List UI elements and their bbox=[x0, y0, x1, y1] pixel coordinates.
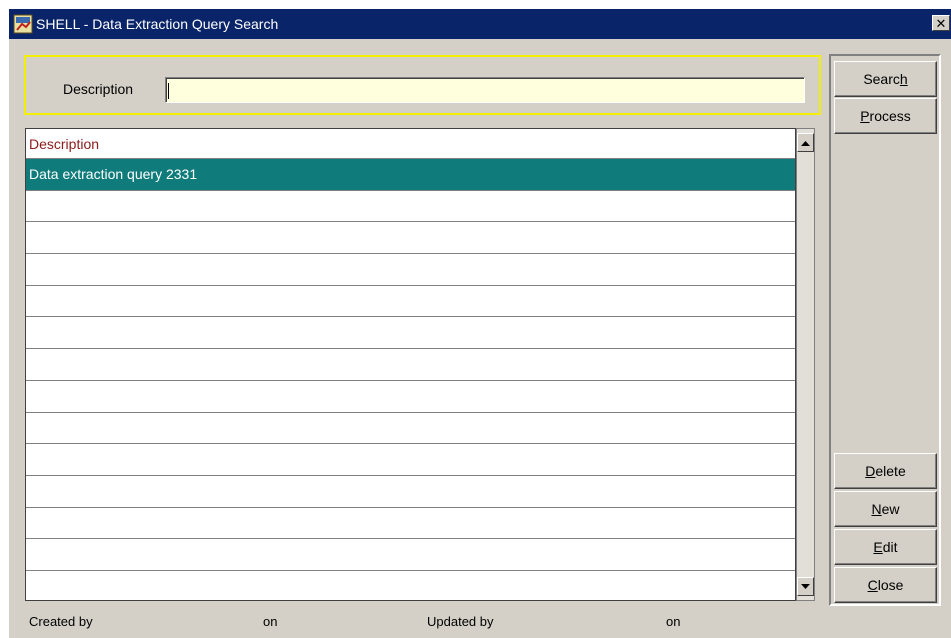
process-button[interactable]: Process bbox=[834, 98, 937, 134]
text-caret bbox=[168, 83, 169, 99]
close-button[interactable]: Close bbox=[834, 567, 937, 603]
table-row[interactable]: Data extraction query 2331 bbox=[26, 159, 795, 191]
search-criteria-frame: Description bbox=[24, 55, 821, 115]
description-label: Description bbox=[63, 81, 134, 97]
column-header-description[interactable]: Description bbox=[26, 129, 795, 159]
close-icon: ✕ bbox=[935, 15, 947, 31]
table-row[interactable] bbox=[26, 381, 795, 413]
description-search-input[interactable] bbox=[165, 77, 805, 103]
updated-on-label: on bbox=[666, 614, 681, 629]
delete-button[interactable]: Delete bbox=[834, 453, 937, 489]
edit-button[interactable]: Edit bbox=[834, 529, 937, 565]
new-button[interactable]: New bbox=[834, 491, 937, 527]
process-button-label-rest: rocess bbox=[869, 108, 911, 124]
edit-button-label-rest: dit bbox=[882, 539, 898, 555]
table-row[interactable] bbox=[26, 349, 795, 381]
vertical-scrollbar[interactable] bbox=[796, 128, 815, 601]
search-button-accelerator: h bbox=[899, 71, 908, 87]
window-title: SHELL - Data Extraction Query Search bbox=[36, 16, 279, 32]
scroll-up-button[interactable] bbox=[797, 133, 814, 152]
created-on-label: on bbox=[263, 614, 278, 629]
table-row[interactable] bbox=[26, 254, 795, 286]
results-grid: Description Data extraction query 2331 bbox=[25, 128, 796, 601]
close-button-label-rest: lose bbox=[877, 577, 904, 593]
table-row[interactable] bbox=[26, 413, 795, 445]
close-button-accelerator: C bbox=[867, 577, 878, 593]
table-row[interactable] bbox=[26, 444, 795, 476]
new-button-accelerator: N bbox=[871, 501, 882, 517]
scroll-up-icon bbox=[801, 140, 810, 146]
table-row[interactable] bbox=[26, 191, 795, 223]
edit-button-accelerator: E bbox=[873, 539, 883, 555]
dialog-window: SHELL - Data Extraction Query Search ✕ D… bbox=[8, 8, 951, 638]
search-button[interactable]: Searc h bbox=[834, 61, 937, 97]
table-row[interactable] bbox=[26, 476, 795, 508]
process-button-accelerator: P bbox=[860, 108, 870, 124]
app-icon bbox=[13, 14, 33, 34]
new-button-label-rest: ew bbox=[881, 501, 900, 517]
scroll-down-icon bbox=[801, 583, 810, 589]
close-window-button[interactable]: ✕ bbox=[932, 15, 950, 31]
table-row[interactable] bbox=[26, 222, 795, 255]
table-row[interactable] bbox=[26, 571, 795, 603]
delete-button-label-rest: elete bbox=[875, 463, 906, 479]
table-row[interactable] bbox=[26, 317, 795, 350]
delete-button-accelerator: D bbox=[865, 463, 876, 479]
search-button-label: Searc bbox=[863, 71, 900, 87]
table-row[interactable] bbox=[26, 539, 795, 571]
created-by-label: Created by bbox=[29, 614, 93, 629]
action-button-panel: Searc h Process Delete New Edit Close bbox=[829, 54, 941, 606]
title-bar: SHELL - Data Extraction Query Search ✕ bbox=[9, 9, 951, 39]
table-row[interactable] bbox=[26, 508, 795, 540]
updated-by-label: Updated by bbox=[427, 614, 494, 629]
scroll-down-button[interactable] bbox=[797, 577, 814, 596]
table-row[interactable] bbox=[26, 286, 795, 318]
